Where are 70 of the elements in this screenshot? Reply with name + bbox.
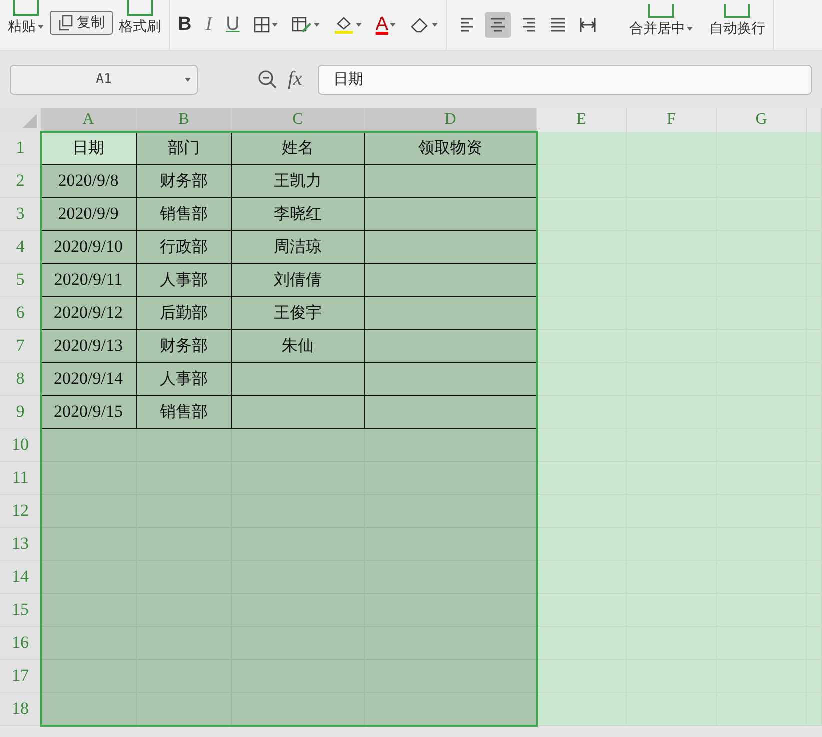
table-cell: 日期 bbox=[41, 132, 137, 165]
row-header[interactable]: 14 bbox=[0, 561, 41, 594]
table-cell: 周洁琼 bbox=[232, 231, 365, 264]
center-align-icon bbox=[489, 16, 508, 34]
fill-bucket-icon[interactable] bbox=[334, 16, 354, 34]
row-header[interactable]: 15 bbox=[0, 594, 41, 627]
column-header[interactable]: D bbox=[365, 108, 537, 132]
row-header[interactable]: 17 bbox=[0, 660, 41, 693]
table-cell: 部门 bbox=[137, 132, 232, 165]
row-header[interactable]: 9 bbox=[0, 396, 41, 429]
table-cell: 2020/9/12 bbox=[41, 297, 137, 330]
table-cell: 王俊宇 bbox=[232, 297, 365, 330]
row-header[interactable]: 7 bbox=[0, 330, 41, 363]
row-header[interactable]: 10 bbox=[0, 429, 41, 462]
column-header[interactable]: G bbox=[717, 108, 807, 132]
table-cell: 2020/9/14 bbox=[41, 363, 137, 396]
row-header[interactable]: 11 bbox=[0, 462, 41, 495]
row-header[interactable]: 12 bbox=[0, 495, 41, 528]
table-cell: 刘倩倩 bbox=[232, 264, 365, 297]
table-cell: 财务部 bbox=[137, 330, 232, 363]
table-cell: 行政部 bbox=[137, 231, 232, 264]
copy-button[interactable]: 复制 bbox=[50, 11, 113, 35]
center-align-button[interactable] bbox=[485, 12, 512, 38]
table-cell: 2020/9/9 bbox=[41, 198, 137, 231]
justify-align-icon bbox=[549, 16, 568, 34]
italic-button[interactable]: I bbox=[206, 14, 212, 36]
table-cell: 2020/9/13 bbox=[41, 330, 137, 363]
table-cell: 后勤部 bbox=[137, 297, 232, 330]
copy-icon bbox=[58, 15, 74, 31]
table-cell: 朱仙 bbox=[232, 330, 365, 363]
table-cell: 王凯力 bbox=[232, 165, 365, 198]
table-cell: 姓名 bbox=[232, 132, 365, 165]
caret-icon bbox=[185, 78, 191, 82]
table-cell: 2020/9/8 bbox=[41, 165, 137, 198]
table-pen-icon[interactable] bbox=[292, 17, 312, 33]
column-header[interactable]: B bbox=[137, 108, 232, 132]
table-cell: 人事部 bbox=[137, 264, 232, 297]
table-cell: 2020/9/10 bbox=[41, 231, 137, 264]
column-header[interactable]: C bbox=[232, 108, 365, 132]
table-cell: 销售部 bbox=[137, 396, 232, 429]
row-header[interactable]: 6 bbox=[0, 297, 41, 330]
table-cell: 人事部 bbox=[137, 363, 232, 396]
formula-input[interactable]: 日期 bbox=[318, 64, 812, 94]
row-header[interactable]: 5 bbox=[0, 264, 41, 297]
eraser-icon[interactable] bbox=[410, 17, 430, 33]
column-header[interactable]: F bbox=[627, 108, 717, 132]
font-color-button[interactable]: A bbox=[376, 14, 388, 36]
function-label[interactable]: fx bbox=[288, 68, 302, 91]
row-header[interactable]: 2 bbox=[0, 165, 41, 198]
row-header[interactable]: 4 bbox=[0, 231, 41, 264]
row-header[interactable]: 18 bbox=[0, 693, 41, 726]
borders-icon[interactable] bbox=[254, 17, 270, 33]
table-cell: 2020/9/11 bbox=[41, 264, 137, 297]
column-header[interactable]: A bbox=[41, 108, 137, 132]
table-cell: 财务部 bbox=[137, 165, 232, 198]
zoom-icon[interactable] bbox=[258, 70, 278, 90]
row-header[interactable]: 8 bbox=[0, 363, 41, 396]
table-cell: 领取物资 bbox=[365, 132, 537, 165]
table-cell: 2020/9/15 bbox=[41, 396, 137, 429]
row-header[interactable]: 3 bbox=[0, 198, 41, 231]
column-header[interactable]: E bbox=[537, 108, 627, 132]
name-box[interactable]: A1 bbox=[10, 64, 198, 94]
underline-button[interactable]: U bbox=[226, 14, 240, 36]
row-header[interactable]: 13 bbox=[0, 528, 41, 561]
row-header[interactable]: 16 bbox=[0, 627, 41, 660]
distributed-align-icon bbox=[579, 16, 598, 34]
table-cell: 李晓红 bbox=[232, 198, 365, 231]
table-cell: 销售部 bbox=[137, 198, 232, 231]
bold-button[interactable]: B bbox=[178, 14, 192, 36]
row-header[interactable]: 1 bbox=[0, 132, 41, 165]
